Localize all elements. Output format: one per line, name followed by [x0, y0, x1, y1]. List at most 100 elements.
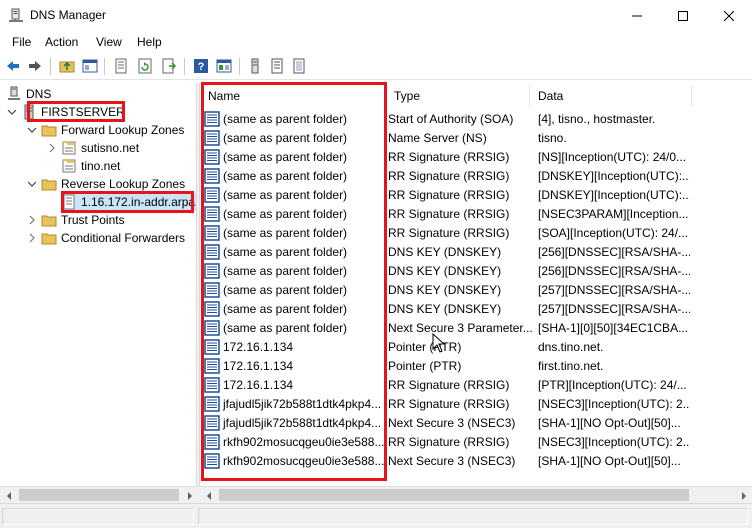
record-name: rkfh902mosucqgeu0ie3e588... — [223, 434, 385, 449]
chevron-down-icon[interactable] — [26, 178, 38, 190]
refresh-button[interactable] — [136, 57, 154, 75]
column-header-name[interactable]: Name — [200, 85, 386, 107]
dns-record-icon — [204, 281, 220, 298]
dns-record-icon — [204, 186, 220, 203]
table-row[interactable]: (same as parent folder) DNS KEY (DNSKEY) [… — [200, 242, 752, 261]
cell-data: [SOA][Inception(UTC): 24/... — [538, 225, 689, 240]
table-row[interactable]: 172.16.1.134 Pointer (PTR) first.tino.net. — [200, 356, 752, 375]
chevron-left-icon — [206, 491, 211, 500]
close-button[interactable] — [706, 0, 752, 31]
dns-record-icon — [204, 205, 220, 222]
table-row[interactable]: rkfh902mosucqgeu0ie3e588... RR Signature … — [200, 432, 752, 451]
record-name: jfajudl5jik72b588t1dtk4pkp4... — [223, 415, 382, 430]
new-alias-button[interactable] — [268, 57, 286, 75]
new-mail-exchanger-button[interactable] — [290, 57, 308, 75]
export-list-button[interactable] — [160, 57, 178, 75]
forward-icon — [29, 61, 41, 71]
folder-icon — [41, 230, 57, 246]
dns-record-icon — [204, 300, 220, 317]
help-button[interactable]: ? — [192, 57, 210, 75]
dns-record-icon — [204, 319, 220, 336]
tree-item-dns[interactable]: DNS — [6, 85, 51, 103]
table-row[interactable]: (same as parent folder) DNS KEY (DNSKEY) [… — [200, 261, 752, 280]
cell-type: RR Signature (RRSIG) — [388, 206, 510, 221]
tree-label: tino.net — [81, 159, 121, 173]
chevron-right-icon[interactable] — [26, 214, 38, 226]
up-folder-button[interactable] — [58, 57, 76, 75]
table-row[interactable]: (same as parent folder) RR Signature (RRS… — [200, 147, 752, 166]
close-icon — [724, 10, 734, 21]
scrollbar-thumb[interactable] — [19, 489, 179, 501]
reverse-zone-icon — [61, 194, 77, 210]
cell-type: DNS KEY (DNSKEY) — [388, 282, 502, 297]
tree-item-reverse-zone-selected[interactable]: 1.16.172.in-addr.arpa — [61, 193, 196, 211]
table-row[interactable]: jfajudl5jik72b588t1dtk4pkp4... Next Secur… — [200, 413, 752, 432]
minimize-button[interactable] — [614, 0, 660, 31]
table-row[interactable]: (same as parent folder) RR Signature (RRS… — [200, 204, 752, 223]
chevron-right-icon[interactable] — [26, 232, 38, 244]
table-row[interactable]: (same as parent folder) DNS KEY (DNSKEY) [… — [200, 299, 752, 318]
menu-action[interactable]: Action — [45, 35, 78, 49]
show-hide-tree-button[interactable] — [81, 57, 99, 75]
table-row[interactable]: (same as parent folder) RR Signature (RRS… — [200, 223, 752, 242]
table-row[interactable]: rkfh902mosucqgeu0ie3e588... Next Secure 3… — [200, 451, 752, 470]
table-row[interactable]: 172.16.1.134 RR Signature (RRSIG) [PTR][In… — [200, 375, 752, 394]
scroll-left-button[interactable] — [200, 487, 217, 504]
table-row[interactable]: 172.16.1.134 Pointer (PTR) dns.tino.net. — [200, 337, 752, 356]
tree-label: Forward Lookup Zones — [61, 123, 185, 137]
table-row[interactable]: (same as parent folder) RR Signature (RRS… — [200, 185, 752, 204]
tree-item-trust-points[interactable]: Trust Points — [26, 211, 125, 229]
menu-view[interactable]: View — [96, 35, 122, 49]
table-row[interactable]: (same as parent folder) DNS KEY (DNSKEY) [… — [200, 280, 752, 299]
maximize-button[interactable] — [660, 0, 706, 31]
table-row[interactable]: (same as parent folder) RR Signature (RRS… — [200, 166, 752, 185]
chevron-right-icon[interactable] — [46, 142, 58, 154]
menu-help[interactable]: Help — [137, 35, 162, 49]
horizontal-scrollbar[interactable] — [0, 486, 752, 503]
back-button[interactable] — [4, 57, 22, 75]
folder-icon — [41, 176, 57, 192]
up-folder-icon — [59, 61, 75, 73]
cell-data: [SHA-1][0][50][34EC1CBA... — [538, 320, 689, 335]
forward-button[interactable] — [26, 57, 44, 75]
cell-type: DNS KEY (DNSKEY) — [388, 244, 502, 259]
status-bar — [0, 503, 752, 528]
record-name: 172.16.1.134 — [223, 358, 294, 373]
record-name: (same as parent folder) — [223, 301, 348, 316]
mmc-button[interactable] — [215, 57, 233, 75]
chevron-down-icon[interactable] — [6, 106, 18, 118]
column-header-data[interactable]: Data — [530, 85, 692, 107]
record-name: (same as parent folder) — [223, 206, 348, 221]
show-hide-tree-icon — [82, 59, 98, 73]
menu-file[interactable]: File — [12, 35, 31, 49]
tree-item-firstserver[interactable]: FIRSTSERVER — [6, 103, 125, 121]
record-name: (same as parent folder) — [223, 187, 348, 202]
toolbar-separator — [239, 58, 240, 75]
record-name: 172.16.1.134 — [223, 377, 294, 392]
scroll-right-button[interactable] — [735, 487, 752, 504]
scrollbar-thumb[interactable] — [219, 489, 689, 501]
table-row[interactable]: (same as parent folder) Start of Authorit… — [200, 109, 752, 128]
tree-item-tino-net[interactable]: tino.net — [61, 157, 120, 175]
scroll-right-button[interactable] — [181, 487, 198, 504]
dns-record-icon — [204, 414, 220, 431]
table-row[interactable]: jfajudl5jik72b588t1dtk4pkp4... RR Signatu… — [200, 394, 752, 413]
tree-item-conditional-forwarders[interactable]: Conditional Forwarders — [26, 229, 185, 247]
table-row[interactable]: (same as parent folder) Name Server (NS) t… — [200, 128, 752, 147]
record-name: rkfh902mosucqgeu0ie3e588... — [223, 453, 385, 468]
dns-record-icon — [204, 433, 220, 450]
table-row[interactable]: (same as parent folder) Next Secure 3 Par… — [200, 318, 752, 337]
cell-data: [DNSKEY][Inception(UTC):... — [538, 187, 690, 202]
cell-type: Pointer (PTR) — [388, 339, 462, 354]
column-header-type[interactable]: Type — [386, 85, 530, 107]
cell-name: (same as parent folder) — [204, 223, 386, 242]
cell-name: (same as parent folder) — [204, 147, 386, 166]
new-host-button[interactable] — [246, 57, 264, 75]
chevron-down-icon[interactable] — [26, 124, 38, 136]
properties-button[interactable] — [112, 57, 130, 75]
status-segment — [198, 508, 748, 525]
scroll-left-button[interactable] — [0, 487, 17, 504]
tree-item-reverse-lookup-zones[interactable]: Reverse Lookup Zones — [26, 175, 185, 193]
tree-item-forward-lookup-zones[interactable]: Forward Lookup Zones — [26, 121, 184, 139]
tree-item-sutisno-net[interactable]: sutisno.net — [46, 139, 139, 157]
